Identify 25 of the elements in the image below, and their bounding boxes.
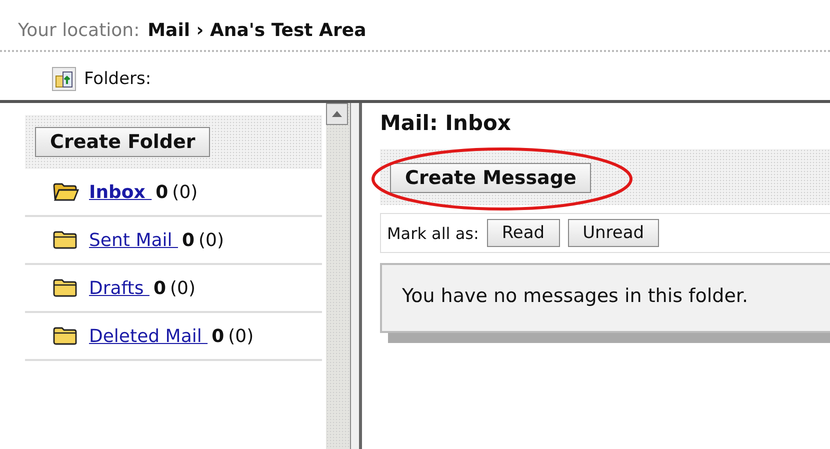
message-count: 0 (212, 326, 224, 346)
unread-count: (0) (198, 230, 224, 250)
unread-count: (0) (172, 182, 198, 202)
scroll-up-icon[interactable] (326, 103, 348, 125)
page-title: Mail: Inbox (380, 111, 512, 137)
create-message-button[interactable]: Create Message (390, 163, 592, 193)
folder-link[interactable]: Deleted Mail (89, 326, 208, 346)
message-count: 0 (182, 230, 195, 250)
message-count: 0 (153, 278, 166, 298)
mark-button[interactable]: Unread (568, 219, 660, 247)
unread-count: (0) (228, 326, 254, 346)
scrollbar[interactable] (326, 103, 350, 449)
folders-label: Folders: (84, 69, 152, 89)
message-count: 0 (156, 182, 168, 202)
location-label: Your location: (18, 20, 140, 43)
folder-link[interactable]: Inbox (89, 182, 152, 202)
mark-all-label: Mark all as: (387, 224, 479, 242)
folder-link[interactable]: Drafts (89, 278, 150, 298)
create-folder-button[interactable]: Create Folder (35, 127, 210, 157)
location-path: Mail › Ana's Test Area (148, 20, 366, 43)
unread-count: (0) (170, 278, 196, 298)
folder-link[interactable]: Sent Mail (89, 230, 178, 250)
mark-button[interactable]: Read (486, 219, 560, 247)
pane-splitter[interactable] (351, 103, 362, 449)
folder-tree-icon (52, 67, 76, 91)
